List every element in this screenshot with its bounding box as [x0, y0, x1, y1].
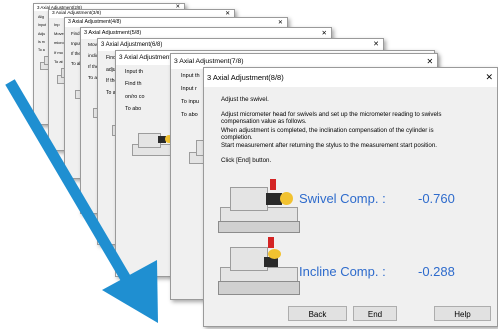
- swivel-comp-value: -0.760: [418, 191, 455, 206]
- para-line-5: Start measurement after returning the st…: [221, 142, 437, 149]
- dialog-text-line: Find: [71, 31, 80, 36]
- dialog-text-line: Input th: [181, 73, 200, 79]
- para-line-3: When adjustment is completed, the inclin…: [221, 127, 434, 134]
- title-bar: 3 Axial Adjustment(8/8) ✕: [204, 68, 497, 87]
- close-icon[interactable]: ✕: [485, 68, 493, 87]
- dialog-text-line: Adju: [38, 31, 46, 36]
- instruction-text: Adjust the swivel.: [221, 96, 269, 103]
- dialog-text-line: Input: [38, 23, 46, 28]
- help-button[interactable]: Help: [434, 306, 491, 321]
- dialog-body: Adjust the swivel. Adjust micrometer hea…: [204, 87, 497, 326]
- close-icon[interactable]: ✕: [278, 18, 283, 27]
- dialog-text-line: If mo: [54, 49, 63, 55]
- dialog-text-line: Find th: [125, 81, 142, 88]
- dialog-text-line: Inp: [54, 22, 60, 27]
- incline-machine-illustration: [218, 237, 300, 295]
- dialog-title: 3 Axial Adjustment(4/8): [68, 19, 122, 25]
- swivel-machine-illustration: [218, 179, 300, 233]
- dialog-text-line: To abo: [181, 111, 198, 118]
- dialog-text-line: Input r: [181, 85, 197, 92]
- dialog-text-line: Is m: [38, 39, 45, 44]
- swivel-comp-label: Swivel Comp. :: [299, 191, 386, 206]
- dialog-text-line: Input th: [125, 69, 143, 75]
- end-button[interactable]: End: [353, 306, 397, 321]
- click-instruction: Click [End] button.: [221, 157, 272, 164]
- dialog-title: 3 Axial Adjustment(8/8): [207, 73, 284, 82]
- dialog-text-line: on/ro co: [125, 93, 145, 100]
- para-line-1: Adjust micrometer head for swivels and s…: [221, 111, 442, 118]
- back-button[interactable]: Back: [288, 306, 347, 321]
- dialog-8-of-8: 3 Axial Adjustment(8/8) ✕ Adjust the swi…: [203, 67, 498, 327]
- title-bar: 3 Axial Adjustment(4/8) ✕: [65, 18, 287, 27]
- dialog-text-line: Alig: [38, 15, 44, 19]
- dialog-text-line: To at: [54, 58, 63, 64]
- incline-comp-value: -0.288: [418, 264, 455, 279]
- incline-comp-label: Incline Comp. :: [299, 264, 386, 279]
- para-line-4: completion.: [221, 134, 253, 141]
- dialog-text-line: micro: [54, 40, 64, 46]
- para-line-2: compensation value as follows.: [221, 118, 307, 125]
- dialog-text-line: To abo: [125, 106, 142, 113]
- dialog-text-line: To a: [38, 48, 45, 53]
- dialog-text-line: To inpu: [181, 98, 200, 105]
- dialog-text-line: Move: [54, 31, 64, 37]
